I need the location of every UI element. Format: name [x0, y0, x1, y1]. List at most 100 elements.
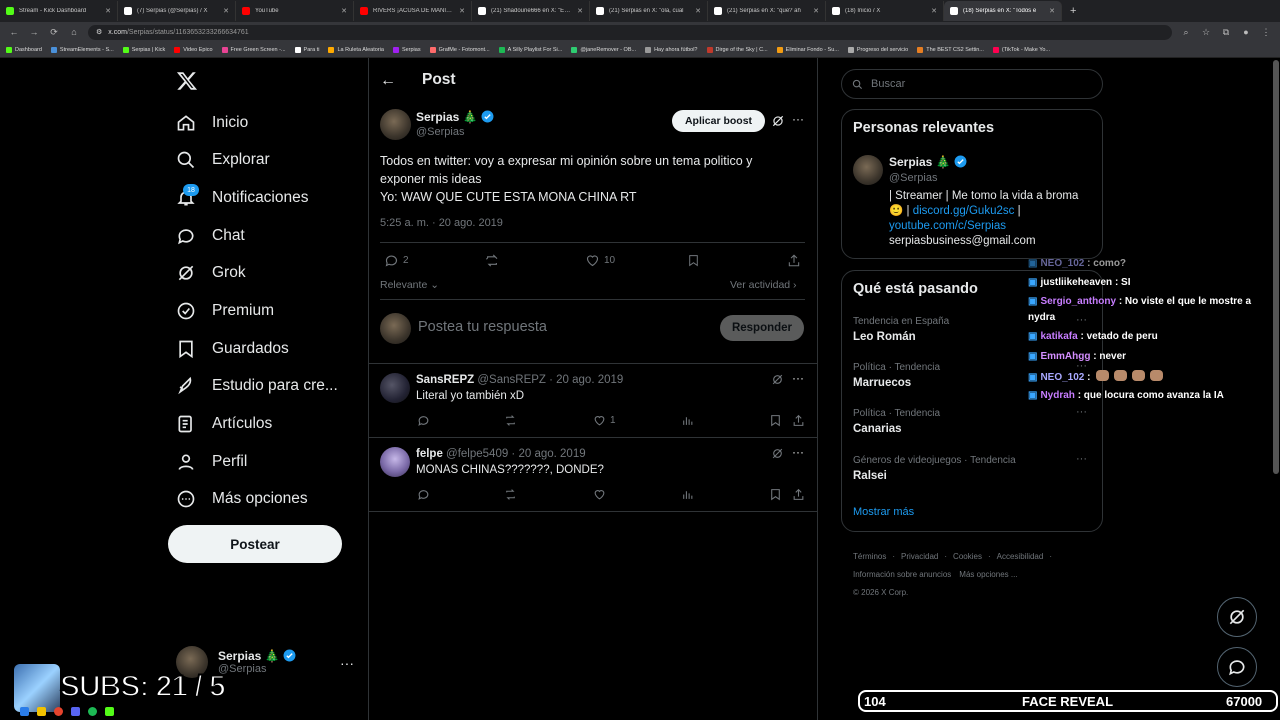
reply-input[interactable]: Postea tu respuesta — [418, 319, 547, 335]
reply-action[interactable] — [417, 488, 430, 501]
heart-action[interactable]: 1 — [593, 414, 616, 427]
chat-fab[interactable] — [1217, 647, 1257, 687]
grok-icon[interactable] — [771, 373, 784, 386]
like-action[interactable]: 10 — [585, 253, 615, 268]
extensions-icon[interactable]: ⧉ — [1220, 27, 1232, 38]
footer-link[interactable]: Información sobre anuncios — [853, 566, 951, 584]
nav-item-más-opciones[interactable]: Más opciones — [176, 484, 308, 514]
browser-tab[interactable]: (21) Shadoune666 en X: "Estoy ✕ — [472, 1, 590, 21]
taskbar-app-icon[interactable] — [37, 707, 46, 716]
show-more-link[interactable]: Mostrar más — [853, 506, 914, 518]
nav-item-artículos[interactable]: Artículos — [176, 409, 272, 439]
footer-link[interactable]: Privacidad — [901, 548, 938, 566]
taskbar-app-icon[interactable] — [71, 707, 80, 716]
boost-button[interactable]: Aplicar boost — [672, 110, 765, 132]
bookmark-item[interactable]: Eliminar Fondo - Su... — [776, 46, 839, 53]
browser-tab[interactable]: (21) Serpias en X: "ola, cual ✕ — [590, 1, 708, 21]
bio-youtube-link[interactable]: youtube.com/c/Serpias — [889, 219, 1099, 234]
trend-name[interactable]: Ralsei — [853, 470, 887, 482]
sort-dropdown[interactable]: Relevante ⌄ — [380, 279, 439, 291]
taskbar-app-icon[interactable] — [20, 707, 29, 716]
trend-name[interactable]: Marruecos — [853, 377, 911, 389]
bookmark-item[interactable]: Video Epico — [174, 46, 213, 53]
grok-icon[interactable] — [771, 114, 785, 128]
views-action[interactable] — [681, 414, 694, 427]
back-nav-icon[interactable]: ← — [8, 27, 20, 37]
back-arrow-icon[interactable]: ← — [380, 72, 396, 90]
taskbar-app-icon[interactable] — [54, 707, 63, 716]
reply-submit-button[interactable]: Responder — [720, 315, 804, 341]
tab-close-icon[interactable]: ✕ — [341, 7, 347, 15]
bookmark-item[interactable]: Serpias — [392, 46, 421, 53]
taskbar-app-icon[interactable] — [88, 707, 97, 716]
tab-close-icon[interactable]: ✕ — [695, 7, 701, 15]
tab-close-icon[interactable]: ✕ — [931, 7, 937, 15]
forward-nav-icon[interactable]: → — [28, 27, 40, 37]
footer-link[interactable]: Más opciones ... — [959, 566, 1017, 584]
bookmark-item[interactable]: StreamElements - S... — [50, 46, 114, 53]
search-box[interactable]: Buscar — [841, 69, 1103, 99]
tab-close-icon[interactable]: ✕ — [105, 7, 111, 15]
bio-discord-link[interactable]: discord.gg/Guku2sc — [913, 205, 1015, 217]
bookmark-item[interactable]: The BEST CS2 Settin... — [917, 46, 984, 53]
site-info-icon[interactable]: ⚙ — [96, 28, 102, 36]
browser-tab[interactable]: (18) Inicio / X ✕ — [826, 1, 944, 21]
browser-tab[interactable]: (7) Serpias (@Serpias) / X ✕ — [118, 1, 236, 21]
tab-close-icon[interactable]: ✕ — [577, 7, 583, 15]
nav-item-guardados[interactable]: Guardados — [176, 334, 289, 364]
reply-avatar[interactable] — [380, 373, 410, 403]
post-more-icon[interactable]: ··· — [792, 112, 804, 126]
url-field[interactable]: ⚙ x.com/Serpias/status/11636532332666347… — [88, 24, 1172, 40]
post-timestamp[interactable]: 5:25 a. m. · 20 ago. 2019 — [380, 217, 503, 229]
nav-item-inicio[interactable]: Inicio — [176, 108, 248, 138]
nav-item-explorar[interactable]: Explorar — [176, 145, 270, 175]
bookmark-item[interactable]: Free Green Screen -... — [221, 46, 286, 53]
repost-action[interactable] — [504, 488, 517, 501]
nav-item-premium[interactable]: Premium — [176, 296, 274, 326]
zoom-icon[interactable]: ⌕ — [1180, 27, 1192, 38]
footer-link[interactable]: Accesibilidad — [997, 548, 1044, 566]
reply-more-icon[interactable]: ··· — [792, 445, 804, 459]
browser-tab[interactable]: Stream - Kick Dashboard ✕ — [0, 1, 118, 21]
reload-icon[interactable]: ⟳ — [48, 27, 60, 38]
view-activity-link[interactable]: Ver actividad › — [730, 279, 797, 291]
reply-author-name[interactable]: SansREPZ — [416, 374, 474, 386]
trend-more-icon[interactable]: ··· — [1076, 314, 1087, 326]
trend-name[interactable]: Canarias — [853, 423, 902, 435]
grok-icon[interactable] — [771, 447, 784, 460]
share-action[interactable] — [792, 488, 805, 501]
bookmark-action[interactable] — [769, 488, 782, 501]
post-author[interactable]: Serpias 🎄 — [416, 110, 494, 124]
relevant-name[interactable]: Serpias 🎄 — [889, 155, 967, 169]
bookmark-action[interactable] — [769, 414, 782, 427]
reply-more-icon[interactable]: ··· — [792, 371, 804, 385]
bookmark-action[interactable] — [687, 253, 700, 268]
bookmark-item[interactable]: Serpias | Kick — [122, 46, 165, 53]
share-action[interactable] — [787, 253, 801, 268]
footer-link[interactable]: Cookies — [953, 548, 982, 566]
reply-action[interactable] — [417, 414, 430, 427]
star-icon[interactable]: ☆ — [1200, 27, 1212, 38]
tab-close-icon[interactable]: ✕ — [223, 7, 229, 15]
tab-close-icon[interactable]: ✕ — [813, 7, 819, 15]
trend-more-icon[interactable]: ··· — [1076, 406, 1087, 418]
bookmark-item[interactable]: Para ti — [294, 46, 319, 53]
post-author-avatar[interactable] — [380, 109, 411, 140]
relevant-avatar[interactable] — [853, 155, 883, 185]
reply-action[interactable]: 2 — [384, 253, 409, 268]
browser-menu-icon[interactable]: ⋮ — [1260, 27, 1272, 38]
tab-close-icon[interactable]: ✕ — [459, 7, 465, 15]
bookmark-item[interactable]: Dirge of the Sky | C... — [706, 46, 768, 53]
reply-avatar[interactable] — [380, 447, 410, 477]
bookmark-item[interactable]: Hay ahora fútbol? — [645, 46, 698, 53]
heart-action[interactable] — [593, 488, 606, 501]
grok-fab[interactable] — [1217, 597, 1257, 637]
bookmark-item[interactable]: La Ruleta Aleatoria — [328, 46, 384, 53]
views-action[interactable] — [681, 488, 694, 501]
browser-tab[interactable]: RIVERS ¡ACUSA DE MANIPULAR ✕ — [354, 1, 472, 21]
taskbar-app-icon[interactable] — [105, 707, 114, 716]
repost-action[interactable] — [504, 414, 517, 427]
browser-tab[interactable]: (18) Serpias en X: "Todos e ✕ — [944, 1, 1062, 21]
x-logo-icon[interactable] — [176, 70, 198, 92]
trend-name[interactable]: Leo Román — [853, 331, 916, 343]
